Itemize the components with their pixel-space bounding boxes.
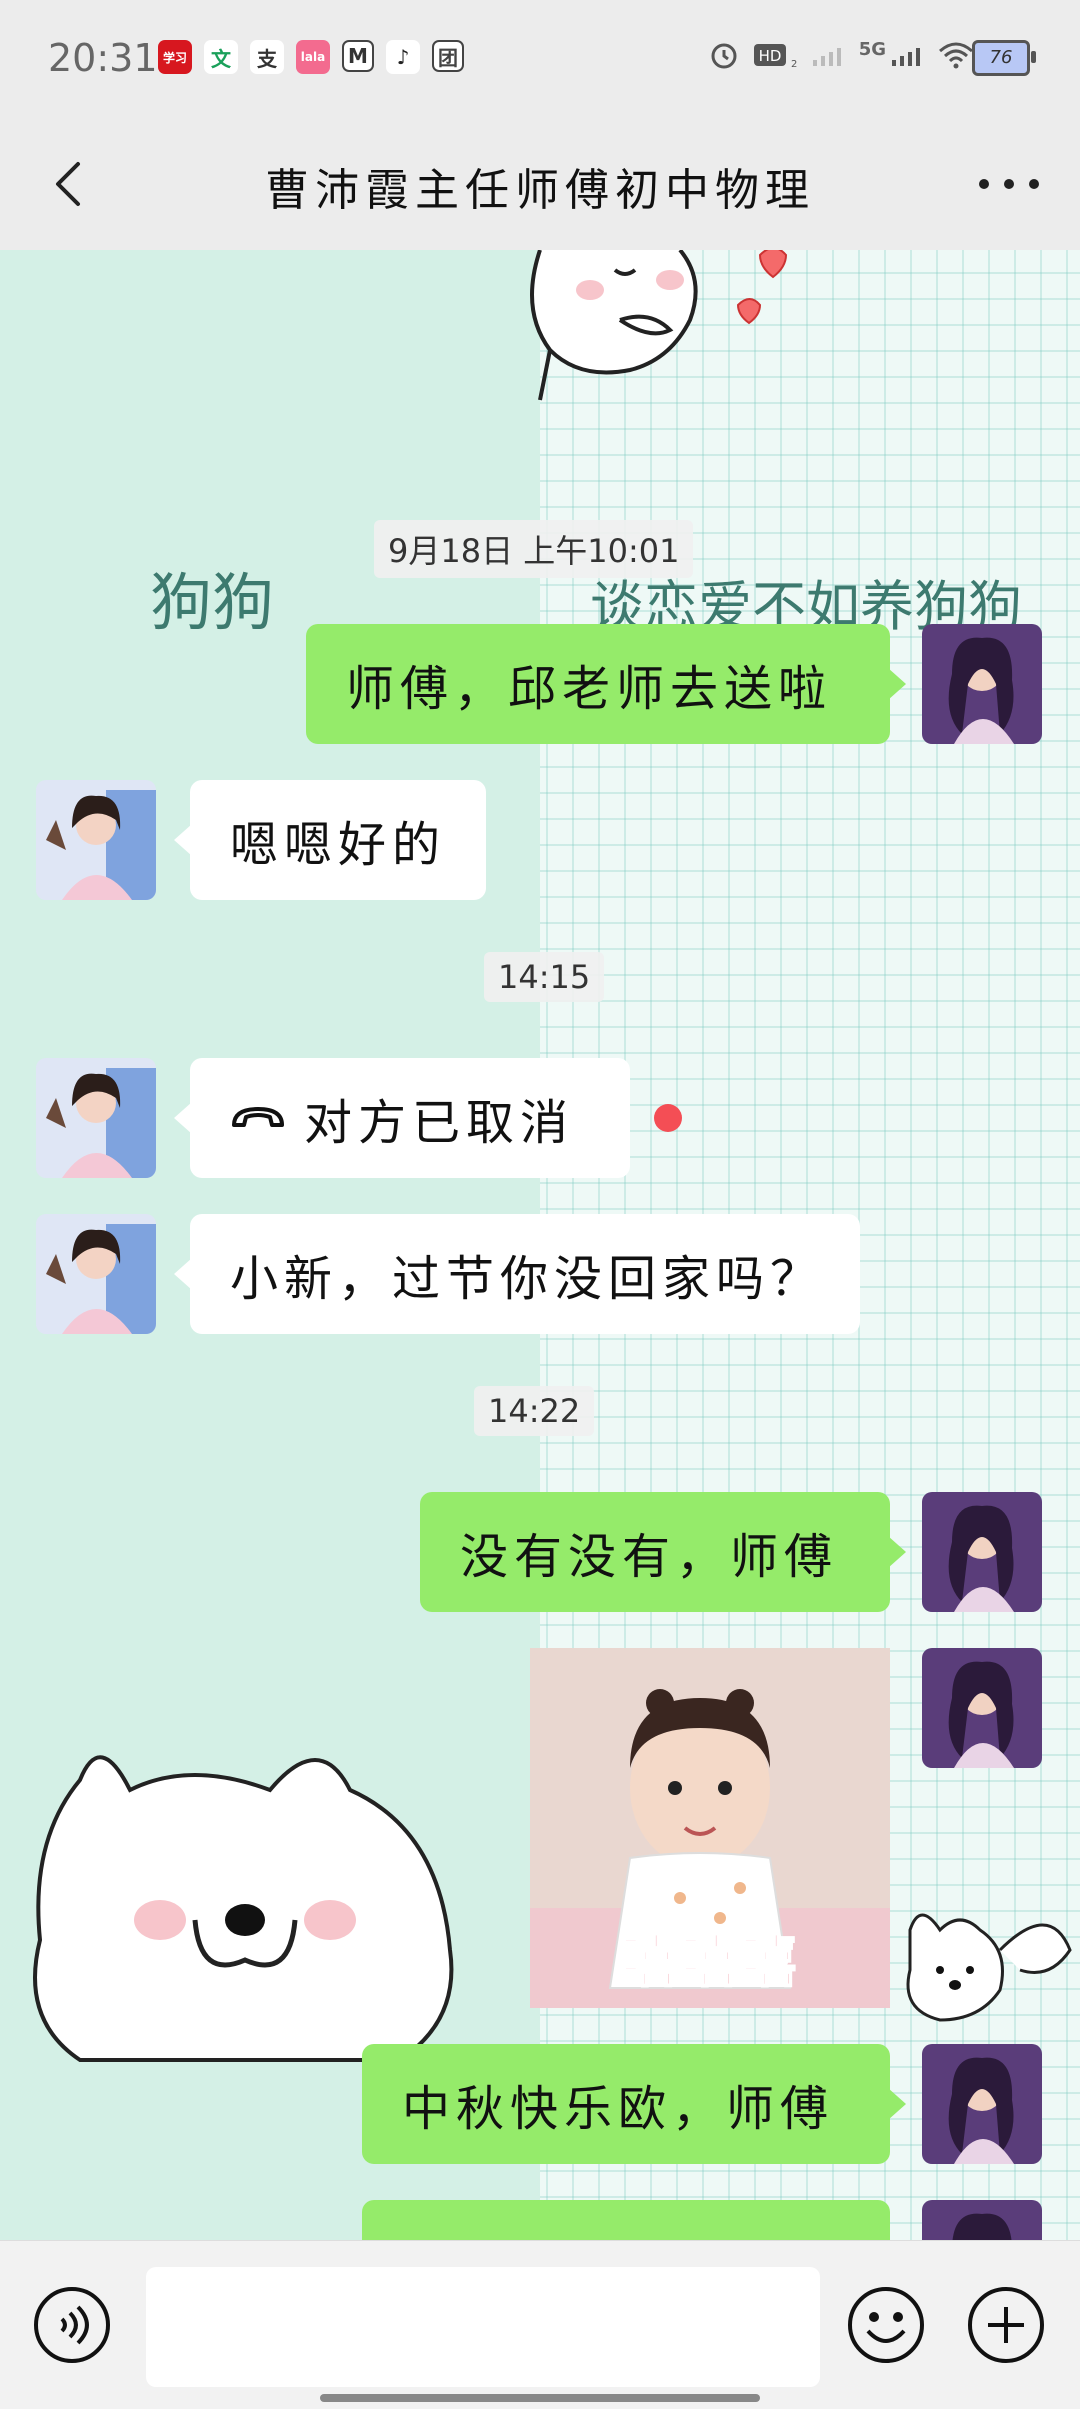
contact-avatar[interactable] (36, 780, 156, 900)
wifi-icon (939, 42, 973, 69)
my-avatar[interactable] (922, 1648, 1042, 1768)
title-bar: 曹沛霞主任师傅初中物理 (0, 118, 1080, 250)
input-bar (0, 2240, 1080, 2409)
my-avatar[interactable] (922, 1492, 1042, 1612)
timestamp: 14:15 (484, 952, 605, 1002)
message-bubble-sent[interactable]: 师傅，邱老师去送啦 (306, 624, 906, 744)
plus-icon[interactable] (966, 2285, 1046, 2365)
message-bubble-received[interactable]: 小新，过节你没回家吗？ (174, 1214, 860, 1334)
meituan-app-icon: 团 (432, 40, 464, 72)
image-caption: 嘻嘻嘻 (619, 1929, 800, 1996)
message-bubble-received[interactable]: 嗯嗯好的 (174, 780, 486, 900)
timestamp: 14:22 (474, 1386, 595, 1436)
status-right-icons: HD 2 5G (709, 38, 974, 70)
tiktok-app-icon: ♪ (386, 40, 420, 74)
my-avatar[interactable] (922, 624, 1042, 744)
battery-icon: 76 (972, 40, 1036, 76)
emoji-icon[interactable] (846, 2285, 926, 2365)
background-text-left: 狗狗 (150, 566, 275, 639)
status-app-icons: 学习 文 支 lala M ♪ 团 (158, 40, 464, 74)
sent-image[interactable]: 嘻嘻嘻 (530, 1648, 890, 2008)
status-bar: 20:31 学习 文 支 lala M ♪ 团 HD 2 5G 76 (0, 0, 1080, 118)
cartoon-bunny-decoration (530, 250, 788, 401)
hd-icon: HD 2 (753, 44, 797, 69)
svg-text:HD: HD (758, 47, 781, 65)
wenku-app-icon: 文 (204, 40, 238, 74)
voice-icon[interactable] (32, 2285, 112, 2365)
message-input[interactable] (146, 2267, 820, 2387)
phone-hangup-icon (232, 1107, 284, 1127)
timestamp: 9月18日 上午10:01 (374, 520, 694, 578)
xuexi-app-icon: 学习 (158, 40, 192, 74)
alarm-icon (711, 43, 737, 69)
alipay-app-icon: 支 (250, 40, 284, 74)
lalamove-app-icon: lala (296, 40, 330, 74)
unread-indicator (654, 1104, 682, 1132)
network-type: 5G (858, 38, 886, 60)
m-app-icon: M (342, 40, 374, 72)
svg-text:2: 2 (791, 59, 797, 69)
small-dog-decoration (906, 1913, 1072, 2022)
message-bubble-sent[interactable]: 没有没有，师傅 (420, 1492, 906, 1612)
signal-weak-icon (812, 48, 841, 66)
chat-area[interactable]: 狗狗 谈恋爱不如养狗狗 9月18日 上午10:01 师傅，邱老师去送啦 嗯嗯好的… (0, 250, 1080, 2250)
contact-avatar[interactable] (36, 1214, 156, 1334)
signal-icon (892, 48, 920, 66)
contact-avatar[interactable] (36, 1058, 156, 1178)
status-time: 20:31 (48, 36, 158, 80)
more-options-icon[interactable] (974, 174, 1044, 194)
call-record-bubble[interactable]: 对方已取消 (174, 1058, 630, 1178)
chat-title: 曹沛霞主任师傅初中物理 (265, 165, 815, 216)
cartoon-dog-decoration (33, 1755, 454, 2062)
call-status-text: 对方已取消 (304, 1095, 575, 1151)
message-bubble-sent[interactable]: 中秋快乐欧，师傅 (362, 2044, 906, 2164)
my-avatar[interactable] (922, 2044, 1042, 2164)
home-indicator[interactable] (320, 2394, 760, 2402)
